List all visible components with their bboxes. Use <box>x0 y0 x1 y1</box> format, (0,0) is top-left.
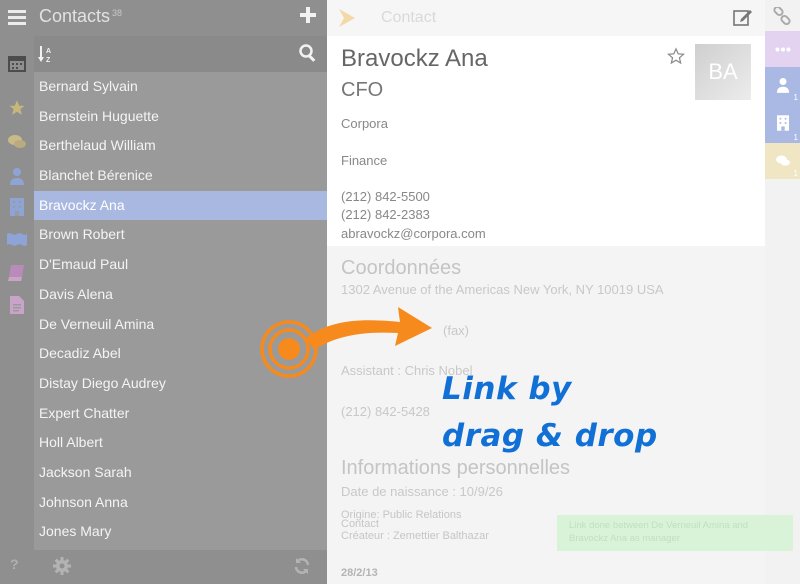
person-icon <box>776 78 789 93</box>
add-contact-button[interactable] <box>299 6 317 24</box>
search-icon[interactable] <box>299 44 317 62</box>
app-icon-rail: ? <box>0 0 34 584</box>
more-tile[interactable] <box>765 31 800 67</box>
contact-name: Bravockz Ana <box>341 45 488 72</box>
edit-icon[interactable] <box>733 8 753 26</box>
svg-text:A: A <box>46 48 51 55</box>
contact-list-item[interactable]: Expert Chatter <box>34 399 327 429</box>
birthdate-field: Date de naissance : 10/9/26 <box>341 484 503 499</box>
contact-list-item[interactable]: Bernstein Huguette <box>34 102 327 132</box>
contact-list-item[interactable]: De Verneuil Amina <box>34 310 327 340</box>
contact-list-item[interactable]: Brown Robert <box>34 220 327 250</box>
linked-discussion-tile[interactable]: 1 <box>765 143 800 179</box>
contact-list-item[interactable]: Jones Mary <box>34 517 327 547</box>
contacts-header: Contacts 38 <box>34 0 327 36</box>
contact-list-item[interactable]: Davis Alena <box>34 280 327 310</box>
linked-company-tile[interactable]: 1 <box>765 103 800 143</box>
sort-icon[interactable]: AZ <box>38 45 54 64</box>
building-icon[interactable] <box>6 196 28 218</box>
contact-list-item[interactable]: Johnson Anna <box>34 488 327 518</box>
contacts-count: 38 <box>112 8 123 18</box>
person-icon[interactable] <box>6 165 28 187</box>
phone-field[interactable]: (212) 842-5500 <box>341 189 430 204</box>
overlay-caption-line1: Link by <box>442 371 572 407</box>
department-field: Finance <box>341 153 388 168</box>
star-icon[interactable] <box>6 97 28 119</box>
refresh-icon[interactable] <box>293 557 311 575</box>
svg-text:Z: Z <box>46 57 51 63</box>
address-field[interactable]: 1302 Avenue of the Americas New York, NY… <box>341 282 664 297</box>
linked-company-count: 1 <box>793 133 798 142</box>
contact-type-label: Contact <box>341 518 379 530</box>
contacts-list: Bernard Sylvain Bernstein Huguette Berthel… <box>34 72 327 547</box>
contact-list-item[interactable]: Bravockz Ana <box>34 190 327 221</box>
contact-list-item[interactable]: Blanchet Bérenice <box>34 161 327 191</box>
contact-list-item[interactable]: Jackson Sarah <box>34 458 327 488</box>
chat-icon[interactable] <box>6 131 28 153</box>
link-confirmation-toast: Link done between De Verneuil Amina and … <box>557 515 793 551</box>
detail-header: Contact <box>327 0 765 36</box>
relations-rail: 1 1 1 <box>765 0 800 584</box>
contacts-title: Contacts <box>39 6 111 26</box>
menu-icon[interactable] <box>6 6 28 28</box>
contact-detail-panel: Contact Bravockz Ana BA CFO Corpora Fina… <box>327 0 765 584</box>
email-field[interactable]: abravockz@corpora.com <box>341 226 486 241</box>
personal-info-heading: Informations personnelles <box>341 457 571 479</box>
assistant-phone-field[interactable]: (212) 842-5428 <box>341 404 430 419</box>
contact-list-item[interactable]: Distay Diego Audrey <box>34 369 327 399</box>
link-icon[interactable] <box>773 5 791 26</box>
avatar: BA <box>695 44 751 100</box>
favorite-star-icon[interactable] <box>667 47 685 65</box>
contacts-footer <box>34 550 327 584</box>
fax-label: (fax) <box>443 323 469 338</box>
linked-person-count: 1 <box>793 93 798 102</box>
linked-discussion-count: 1 <box>793 169 798 178</box>
app-logo-icon <box>339 9 355 27</box>
creator-field: Créateur : Zemettier Balthazar <box>341 530 489 542</box>
detail-header-title: Contact <box>381 9 437 26</box>
contact-list-item[interactable]: D'Emaud Paul <box>34 250 327 280</box>
book-icon[interactable] <box>6 262 28 284</box>
gear-icon[interactable] <box>53 557 71 575</box>
contacts-panel: Contacts 38 AZ Bernard Sylvain Bernstein H… <box>34 0 327 584</box>
calendar-icon[interactable] <box>6 52 28 74</box>
coordinates-heading: Coordonnées <box>341 257 462 279</box>
chat-icon <box>775 155 790 166</box>
document-icon[interactable] <box>6 294 28 316</box>
linked-person-tile[interactable]: 1 <box>765 67 800 103</box>
contact-list-item[interactable]: Decadiz Abel <box>34 339 327 369</box>
contact-list-item[interactable]: Bernard Sylvain <box>34 72 327 102</box>
date-fragment: 28/2/13 <box>341 567 378 579</box>
contact-list-item[interactable]: Berthelaud William <box>34 131 327 161</box>
job-title: CFO <box>341 79 384 101</box>
company-field[interactable]: Corpora <box>341 116 388 131</box>
flag-icon[interactable] <box>6 229 28 251</box>
more-icon <box>775 47 790 51</box>
phone2-field[interactable]: (212) 842-2383 <box>341 207 430 222</box>
contact-list-item[interactable]: Holl Albert <box>34 428 327 458</box>
overlay-caption-line2: drag & drop <box>442 418 658 454</box>
contacts-toolbar: AZ <box>34 36 327 72</box>
help-icon[interactable]: ? <box>10 556 19 572</box>
building-icon <box>776 115 789 131</box>
